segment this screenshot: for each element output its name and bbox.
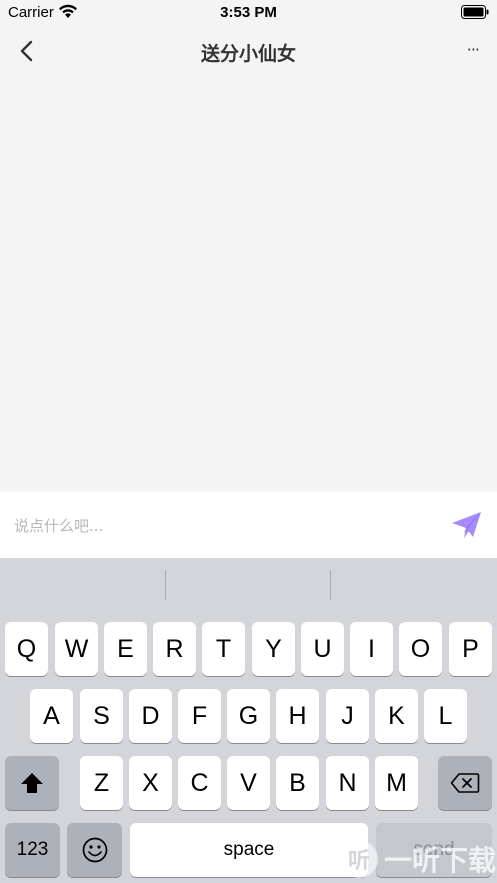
shift-key[interactable]: [5, 756, 59, 810]
navigation-bar: 送分小仙女 ···: [0, 26, 497, 76]
send-key[interactable]: send: [376, 823, 492, 877]
key-z[interactable]: Z: [80, 756, 123, 810]
message-input[interactable]: [12, 508, 436, 544]
key-y[interactable]: Y: [252, 622, 295, 676]
key-h[interactable]: H: [276, 689, 319, 743]
key-s[interactable]: S: [80, 689, 123, 743]
key-x[interactable]: X: [129, 756, 172, 810]
key-d[interactable]: D: [129, 689, 172, 743]
key-g[interactable]: G: [227, 689, 270, 743]
backspace-icon: [450, 773, 480, 793]
key-w[interactable]: W: [55, 622, 98, 676]
message-input-bar: [0, 492, 497, 558]
emoji-key[interactable]: [67, 823, 122, 877]
key-l[interactable]: L: [424, 689, 467, 743]
key-p[interactable]: P: [449, 622, 492, 676]
key-t[interactable]: T: [202, 622, 245, 676]
key-k[interactable]: K: [375, 689, 418, 743]
key-o[interactable]: O: [399, 622, 442, 676]
prediction-divider: [165, 570, 166, 600]
status-time: 3:53 PM: [220, 4, 277, 21]
key-f[interactable]: F: [178, 689, 221, 743]
more-options-button[interactable]: ···: [467, 40, 480, 59]
status-bar: Carrier 3:53 PM: [0, 0, 497, 26]
numbers-key[interactable]: 123: [5, 823, 60, 877]
key-m[interactable]: M: [375, 756, 418, 810]
send-icon[interactable]: [450, 510, 484, 540]
key-v[interactable]: V: [227, 756, 270, 810]
shift-icon: [21, 773, 43, 793]
key-c[interactable]: C: [178, 756, 221, 810]
prediction-divider: [330, 570, 331, 600]
backspace-key[interactable]: [438, 756, 492, 810]
key-q[interactable]: Q: [5, 622, 48, 676]
keyboard: Q W E R T Y U I O P A S D F G H J K L Z …: [0, 558, 497, 883]
key-i[interactable]: I: [350, 622, 393, 676]
key-r[interactable]: R: [153, 622, 196, 676]
key-a[interactable]: A: [30, 689, 73, 743]
key-u[interactable]: U: [301, 622, 344, 676]
key-b[interactable]: B: [276, 756, 319, 810]
battery-icon: [461, 5, 489, 23]
key-e[interactable]: E: [104, 622, 147, 676]
chat-messages-area[interactable]: [0, 76, 497, 492]
key-j[interactable]: J: [326, 689, 369, 743]
page-title: 送分小仙女: [200, 43, 296, 65]
space-key[interactable]: space: [130, 823, 368, 877]
key-n[interactable]: N: [326, 756, 369, 810]
emoji-icon: [82, 837, 107, 863]
